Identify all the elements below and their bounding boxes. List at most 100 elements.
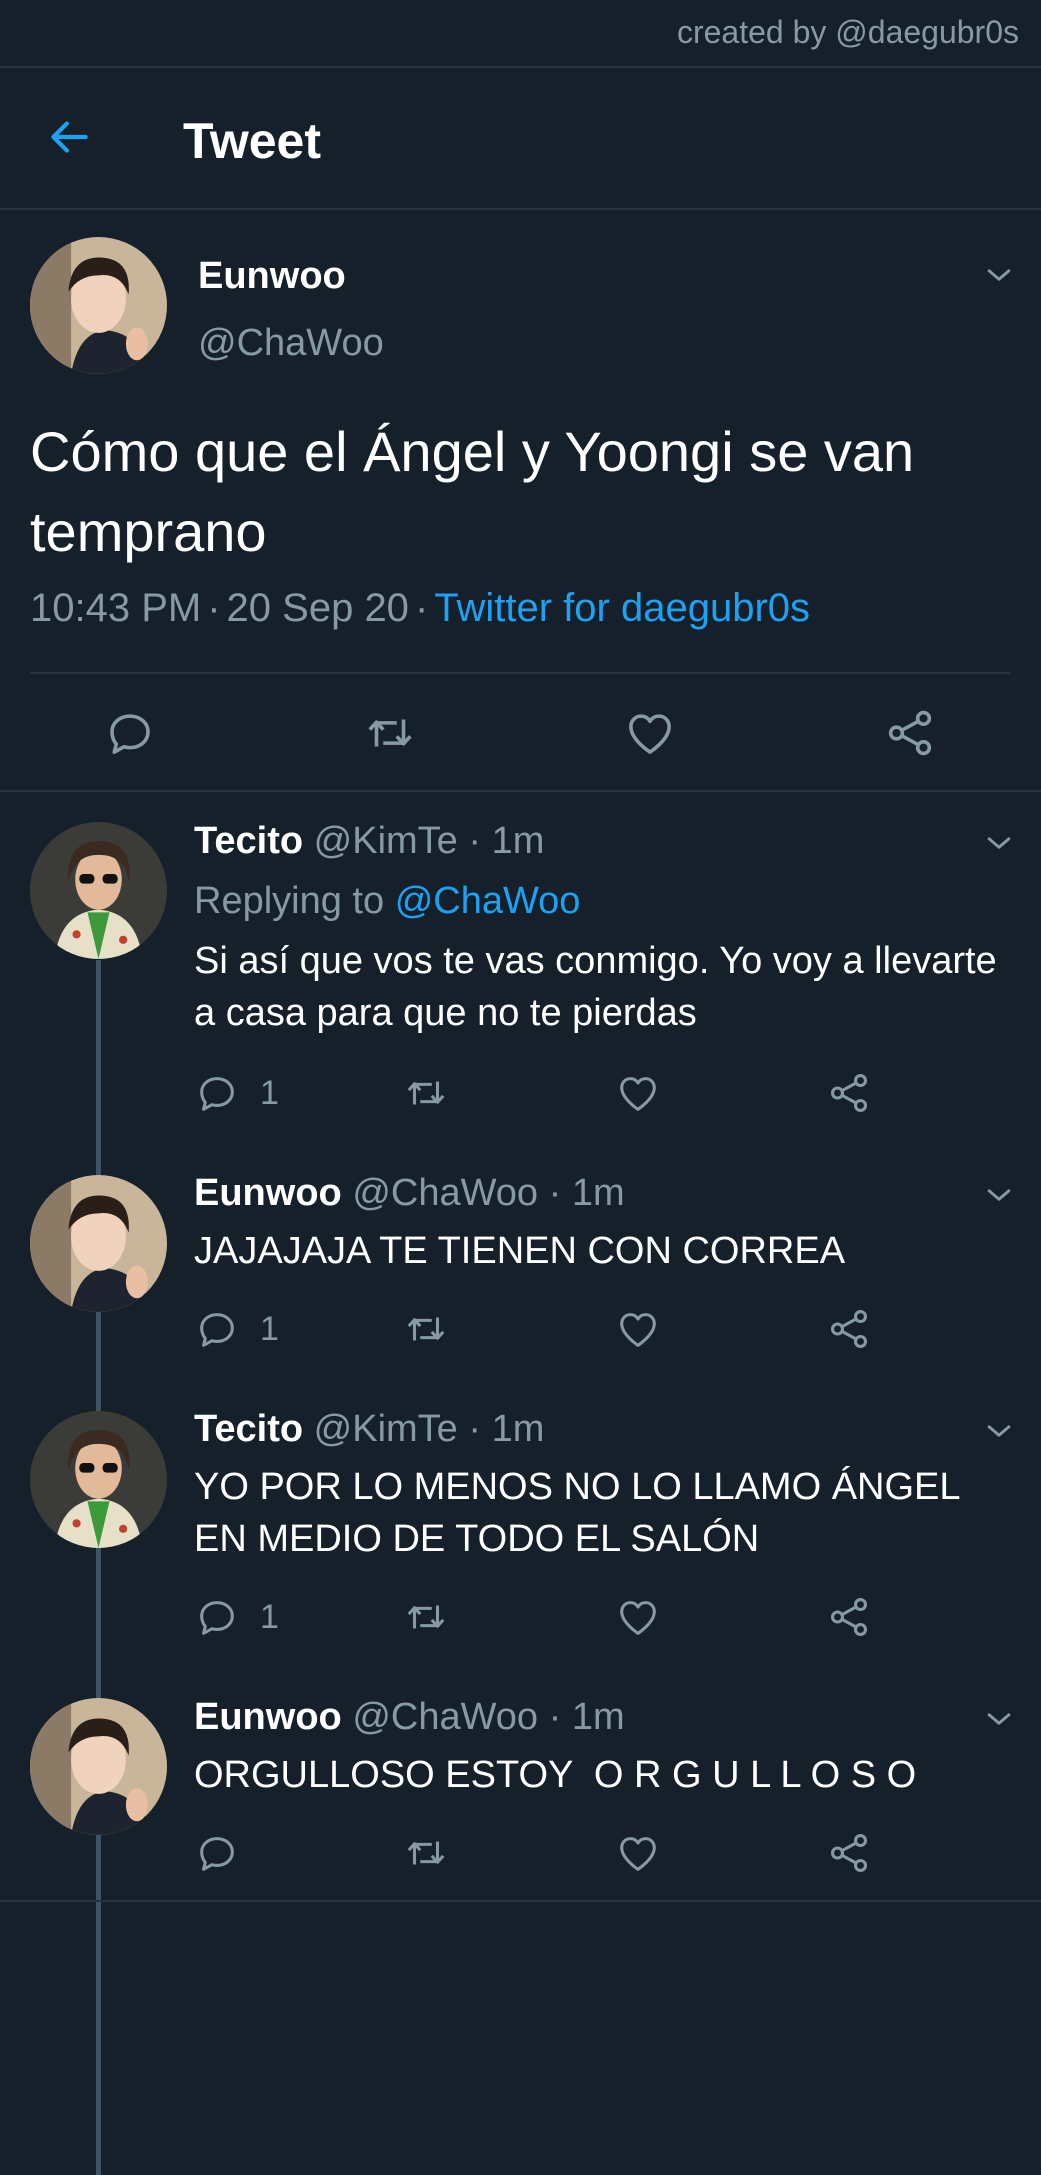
tweet-text: YO POR LO MENOS NO LO LLAMO ÁNGEL EN MED… [194,1466,970,1560]
tweet-text: JAJAJAJA TE TIENEN CON CORREA [194,1230,846,1272]
separator: · [538,1172,572,1214]
tweet-menu-button[interactable] [982,1702,1016,1736]
reply-icon [194,1830,240,1876]
reply-button[interactable] [194,1306,240,1352]
share-button[interactable] [826,1070,872,1116]
author-handle: @ChaWoo [198,322,384,364]
tweet-time: 1m [491,820,545,862]
retweet-button[interactable] [403,1594,449,1640]
author-handle: @KimTe [313,820,458,862]
tweet-time: 1m [571,1172,625,1214]
separator: · [538,1696,572,1738]
tweet-date: 20 Sep 20 [226,586,409,630]
author-handle: @ChaWoo [352,1696,539,1738]
reply-header: Tecito @KimTe · 1m [194,1408,544,1451]
retweet-button[interactable] [403,1306,449,1352]
author-name[interactable]: Eunwoo [198,255,346,298]
page-title: Tweet [183,113,321,169]
reply-count: 1 [260,1310,279,1348]
chevron-down-icon [982,826,1016,860]
separator: · [207,586,221,630]
like-icon [615,1306,661,1352]
reply-icon [194,1306,240,1352]
back-button[interactable] [44,112,94,162]
retweet-button[interactable] [403,1070,449,1116]
author-name[interactable]: Eunwoo [194,1172,342,1214]
reply-count: 1 [260,1074,279,1112]
like-button[interactable] [615,1306,661,1352]
share-icon [883,706,937,760]
share-button[interactable] [826,1830,872,1876]
reply-button[interactable] [194,1594,240,1640]
share-icon [826,1070,872,1116]
like-icon [615,1070,661,1116]
tweet-time: 10:43 PM [30,586,202,630]
avatar[interactable] [30,1411,167,1548]
tweet-menu-button[interactable] [982,258,1016,292]
reply-count: 1 [260,1598,279,1636]
retweet-icon [403,1830,449,1876]
share-button[interactable] [826,1306,872,1352]
like-icon [615,1830,661,1876]
author-name[interactable]: Tecito [194,1408,303,1450]
tweet-menu-button[interactable] [982,1414,1016,1448]
like-icon [615,1594,661,1640]
credit-text: created by @daegubr0s [676,14,1019,50]
tweet-text: Cómo que el Ángel y Yoongi se van tempra… [30,420,915,563]
thread-line [96,1312,101,1402]
reply-button[interactable] [194,1830,240,1876]
reply-icon [194,1594,240,1640]
chevron-down-icon [982,1178,1016,1212]
retweet-icon [363,706,417,760]
avatar[interactable] [30,1698,167,1835]
replying-to: Replying to @ChaWoo [194,880,580,923]
tweet-text: ORGULLOSO ESTOY O R G U L L O S O [194,1754,917,1796]
like-button[interactable] [615,1594,661,1640]
share-button[interactable] [883,706,937,760]
avatar[interactable] [30,237,167,374]
tweet-menu-button[interactable] [982,1178,1016,1212]
author-handle: @ChaWoo [352,1172,539,1214]
back-arrow-icon [51,121,88,153]
tweet-text: Si así que vos te vas conmigo. Yo voy a … [194,940,1008,1034]
divider [0,790,1041,792]
retweet-icon [403,1594,449,1640]
chevron-down-icon [982,1702,1016,1736]
author-name[interactable]: Tecito [194,820,303,862]
share-icon [826,1830,872,1876]
tweet-time: 1m [571,1696,625,1738]
top-bar: Tweet [0,68,1041,208]
like-button[interactable] [623,706,677,760]
retweet-button[interactable] [363,706,417,760]
reply-header: Eunwoo @ChaWoo · 1m [194,1172,625,1215]
separator: · [414,586,429,630]
reply-icon [103,706,157,760]
avatar[interactable] [30,1175,167,1312]
share-button[interactable] [826,1594,872,1640]
chevron-down-icon [982,1414,1016,1448]
chevron-down-icon [982,258,1016,292]
reply-button[interactable] [194,1070,240,1116]
like-icon [623,706,677,760]
separator: · [457,1408,492,1450]
divider [0,1900,1041,1902]
like-button[interactable] [615,1830,661,1876]
separator: · [457,820,492,862]
retweet-button[interactable] [403,1830,449,1876]
author-name[interactable]: Eunwoo [194,1696,342,1738]
mention-link[interactable]: @ChaWoo [395,880,581,922]
avatar[interactable] [30,822,167,959]
retweet-icon [403,1070,449,1116]
author-handle: @KimTe [313,1408,458,1450]
share-icon [826,1594,872,1640]
replying-to-label: Replying to [194,880,385,922]
tweet-source-link[interactable]: Twitter for daegubr0s [434,586,810,630]
divider [30,672,1011,674]
tweet-time: 1m [491,1408,545,1450]
tweet-menu-button[interactable] [982,826,1016,860]
retweet-icon [403,1306,449,1352]
reply-header: Eunwoo @ChaWoo · 1m [194,1696,625,1739]
like-button[interactable] [615,1070,661,1116]
reply-button[interactable] [103,706,157,760]
tweet-meta: 10:43 PM · 20 Sep 20 · Twitter for daegubr0s [30,586,810,631]
